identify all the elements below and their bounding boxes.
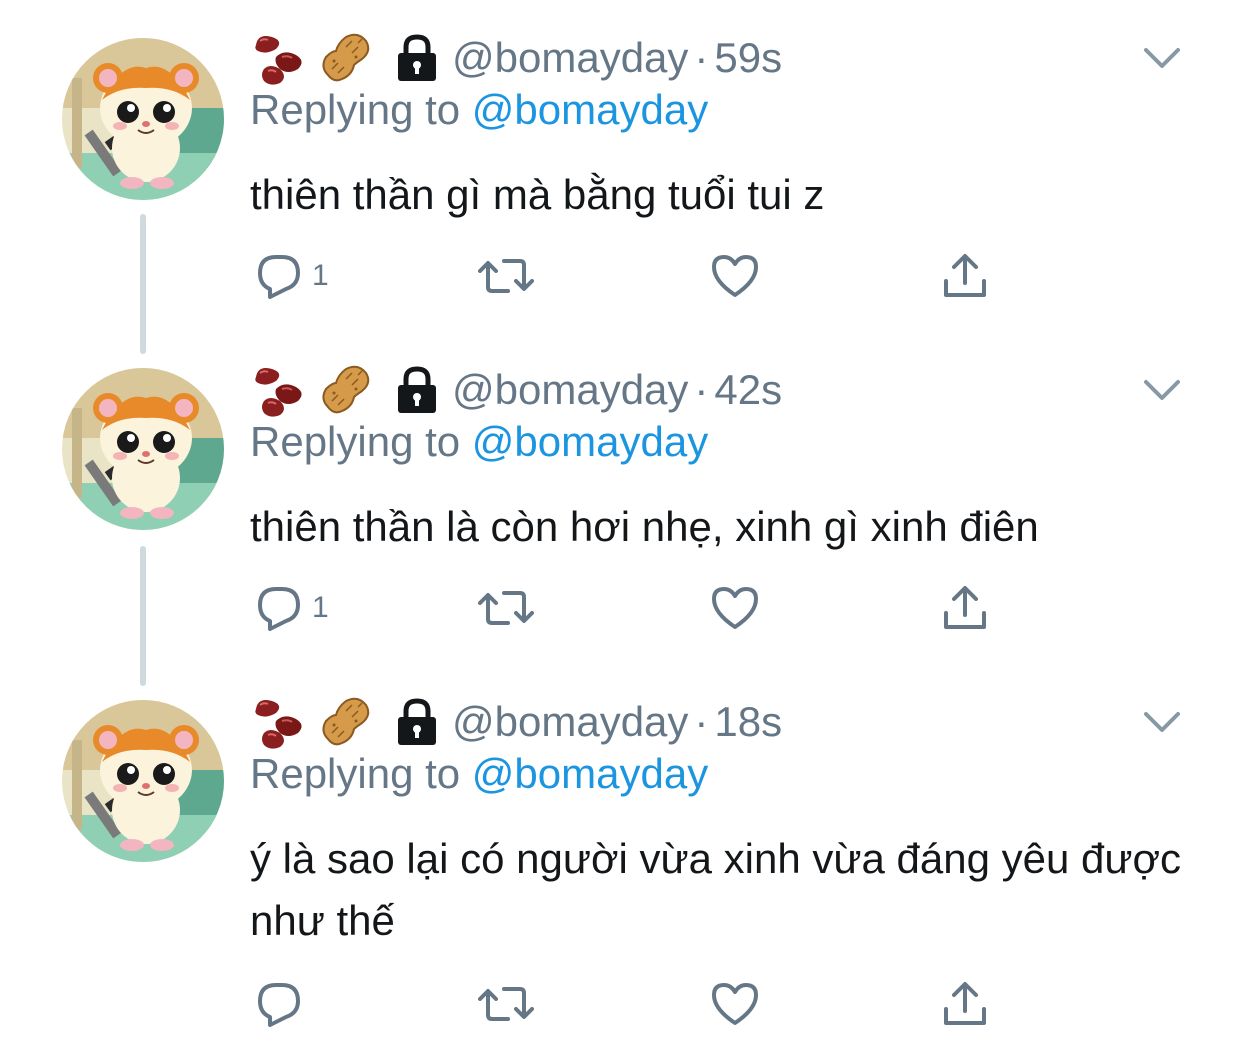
tweet-text: ý là sao lại có người vừa xinh vừa đáng … xyxy=(250,835,1182,944)
lock-icon xyxy=(394,365,440,415)
share-icon xyxy=(940,583,990,633)
mention-link[interactable]: @bomayday xyxy=(472,418,708,465)
replying-to: Replying to @bomayday xyxy=(250,86,708,134)
chevron-down-icon[interactable] xyxy=(1138,38,1186,78)
peanut-emoji xyxy=(316,693,374,751)
replying-to-prefix: Replying to xyxy=(250,418,461,465)
lock-icon xyxy=(394,697,440,747)
replying-to-prefix: Replying to xyxy=(250,750,461,797)
retweet-button[interactable] xyxy=(478,974,534,1034)
reply-count: 1 xyxy=(312,259,329,292)
replying-to-prefix: Replying to xyxy=(250,86,461,133)
thread-line xyxy=(140,546,146,686)
retweet-button[interactable] xyxy=(478,578,534,638)
separator-dot: · xyxy=(694,698,709,745)
separator-dot: · xyxy=(694,366,709,413)
timestamp[interactable]: 42s xyxy=(714,366,782,414)
peanut-emoji xyxy=(316,29,374,87)
retweet-icon xyxy=(478,583,534,633)
beans-emoji xyxy=(250,693,308,751)
heart-icon xyxy=(710,583,760,633)
mention-link[interactable]: @bomayday xyxy=(472,86,708,133)
replying-to: Replying to @bomayday xyxy=(250,418,708,466)
user-handle[interactable]: @bomayday xyxy=(452,366,688,414)
like-button[interactable] xyxy=(710,246,760,306)
reply-button[interactable]: 1 xyxy=(254,578,329,638)
tweet-header: @bomayday · 42s xyxy=(250,360,782,420)
peanut-emoji xyxy=(316,361,374,419)
retweet-button[interactable] xyxy=(478,246,534,306)
reply-button[interactable]: 1 xyxy=(254,246,329,306)
tweet-header: @bomayday · 59s xyxy=(250,28,782,88)
reply-icon xyxy=(254,251,304,301)
heart-icon xyxy=(710,979,760,1029)
reply-count: 1 xyxy=(312,591,329,624)
separator-dot: · xyxy=(694,34,709,81)
avatar[interactable] xyxy=(62,700,224,862)
retweet-icon xyxy=(478,979,534,1029)
lock-icon xyxy=(394,33,440,83)
tweet-actions: 1 xyxy=(250,578,1010,638)
share-button[interactable] xyxy=(940,578,990,638)
thread-line xyxy=(140,214,146,354)
reply-icon xyxy=(254,583,304,633)
tweet-actions xyxy=(250,974,1010,1034)
retweet-icon xyxy=(478,251,534,301)
timestamp[interactable]: 59s xyxy=(714,34,782,82)
avatar[interactable] xyxy=(62,368,224,530)
share-icon xyxy=(940,979,990,1029)
reply-button[interactable] xyxy=(254,974,312,1034)
mention-link[interactable]: @bomayday xyxy=(472,750,708,797)
heart-icon xyxy=(710,251,760,301)
beans-emoji xyxy=(250,29,308,87)
timestamp[interactable]: 18s xyxy=(714,698,782,746)
chevron-down-icon[interactable] xyxy=(1138,702,1186,742)
chevron-down-icon[interactable] xyxy=(1138,370,1186,410)
share-icon xyxy=(940,251,990,301)
tweet-actions: 1 xyxy=(250,246,1010,306)
avatar[interactable] xyxy=(62,38,224,200)
tweet-header: @bomayday · 18s xyxy=(250,692,782,752)
replying-to: Replying to @bomayday xyxy=(250,750,708,798)
tweet-text: thiên thần là còn hơi nhẹ, xinh gì xinh … xyxy=(250,503,1039,550)
tweet-text: thiên thần gì mà bằng tuổi tui z xyxy=(250,171,825,218)
like-button[interactable] xyxy=(710,578,760,638)
share-button[interactable] xyxy=(940,974,990,1034)
like-button[interactable] xyxy=(710,974,760,1034)
reply-icon xyxy=(254,979,304,1029)
user-handle[interactable]: @bomayday xyxy=(452,698,688,746)
beans-emoji xyxy=(250,361,308,419)
user-handle[interactable]: @bomayday xyxy=(452,34,688,82)
share-button[interactable] xyxy=(940,246,990,306)
